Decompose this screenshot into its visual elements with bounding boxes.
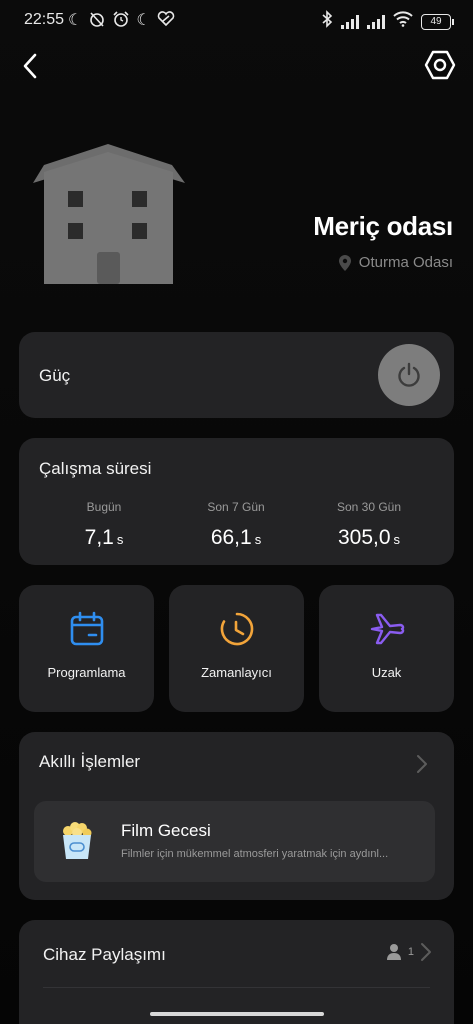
tile-label: Uzak <box>371 665 402 680</box>
stat-today: Bugün 7,1 s <box>44 500 164 550</box>
stat-unit: s <box>393 532 401 547</box>
scene-description: Filmler için mükemmel atmosferi yaratmak… <box>121 848 389 860</box>
status-left-icons: ☾ ☾ <box>68 10 175 33</box>
status-bar: 22:55 ☾ ☾ 49 <box>0 0 473 40</box>
stat-7-days: Son 7 Gün 66,1 s <box>176 500 296 550</box>
stat-value: 305,0 s <box>309 526 429 550</box>
stat-unit: s <box>116 532 124 547</box>
hexagon-settings-icon <box>424 50 456 80</box>
device-name: Meriç odası <box>313 211 453 241</box>
shared-user-count: 1 <box>407 946 414 958</box>
clock-icon <box>220 612 253 646</box>
divider <box>43 987 430 988</box>
stat-unit: s <box>254 532 262 547</box>
tile-timer[interactable]: Zamanlayıcı <box>169 585 304 712</box>
chevron-right-icon <box>421 943 431 961</box>
bluetooth-icon <box>321 10 333 33</box>
runtime-card: Çalışma süresi Bugün 7,1 s Son 7 Gün 66,1… <box>19 438 454 565</box>
battery-icon: 49 <box>421 13 454 30</box>
status-right-icons: 49 <box>321 10 454 33</box>
device-sharing-summary: 1 <box>386 942 432 962</box>
tile-label: Programlama <box>47 665 126 680</box>
moon-icon: ☾ <box>136 12 151 29</box>
calendar-icon <box>70 611 103 646</box>
stat-label: Son 30 Gün <box>336 500 402 514</box>
location-label: Oturma Odası <box>358 254 453 271</box>
chevron-right-icon[interactable] <box>416 754 428 774</box>
back-button[interactable] <box>16 50 46 82</box>
runtime-title: Çalışma süresi <box>39 459 152 478</box>
stat-label: Bugün <box>86 500 122 514</box>
home-indicator[interactable] <box>150 1012 324 1016</box>
stat-number: 7,1 <box>84 526 114 549</box>
stat-value: 66,1 s <box>176 526 296 550</box>
moon-icon: ☾ <box>68 12 83 29</box>
status-time: 22:55 <box>24 11 65 28</box>
signal-icon <box>367 14 385 29</box>
location-pin-icon <box>338 254 351 271</box>
device-sharing-card[interactable]: Cihaz Paylaşımı 1 <box>19 920 454 1024</box>
tile-label: Zamanlayıcı <box>201 665 272 680</box>
smart-actions-title[interactable]: Akıllı İşlemler <box>39 752 140 772</box>
stat-30-days: Son 30 Gün 305,0 s <box>309 500 429 550</box>
smart-actions-card: Akıllı İşlemler Film Gecesi Filmler için… <box>19 732 454 900</box>
stat-number: 66,1 <box>210 526 252 549</box>
location: Oturma Odası <box>338 254 453 271</box>
power-button[interactable] <box>378 344 440 406</box>
power-card: Güç <box>19 332 454 418</box>
chevron-left-icon <box>23 53 37 79</box>
stat-number: 305,0 <box>337 526 391 549</box>
scene-movie-night[interactable]: Film Gecesi Filmler için mükemmel atmosf… <box>34 801 435 882</box>
power-icon <box>398 362 420 387</box>
user-icon <box>386 944 401 960</box>
stat-label: Son 7 Gün <box>207 500 265 514</box>
wifi-icon <box>393 11 413 32</box>
alarm-off-icon <box>88 10 106 33</box>
signal-icon <box>341 14 359 29</box>
device-sharing-title: Cihaz Paylaşımı <box>43 945 166 964</box>
stat-value: 7,1 s <box>44 526 164 550</box>
settings-button[interactable] <box>423 48 457 82</box>
app-icon <box>157 10 175 33</box>
house-icon <box>33 144 185 284</box>
popcorn-icon <box>63 822 92 859</box>
tile-away[interactable]: Uzak <box>319 585 454 712</box>
scene-title: Film Gecesi <box>121 821 211 840</box>
tile-schedule[interactable]: Programlama <box>19 585 154 712</box>
airplane-icon <box>370 613 404 645</box>
power-label: Güç <box>39 366 71 385</box>
alarm-icon <box>112 10 130 33</box>
